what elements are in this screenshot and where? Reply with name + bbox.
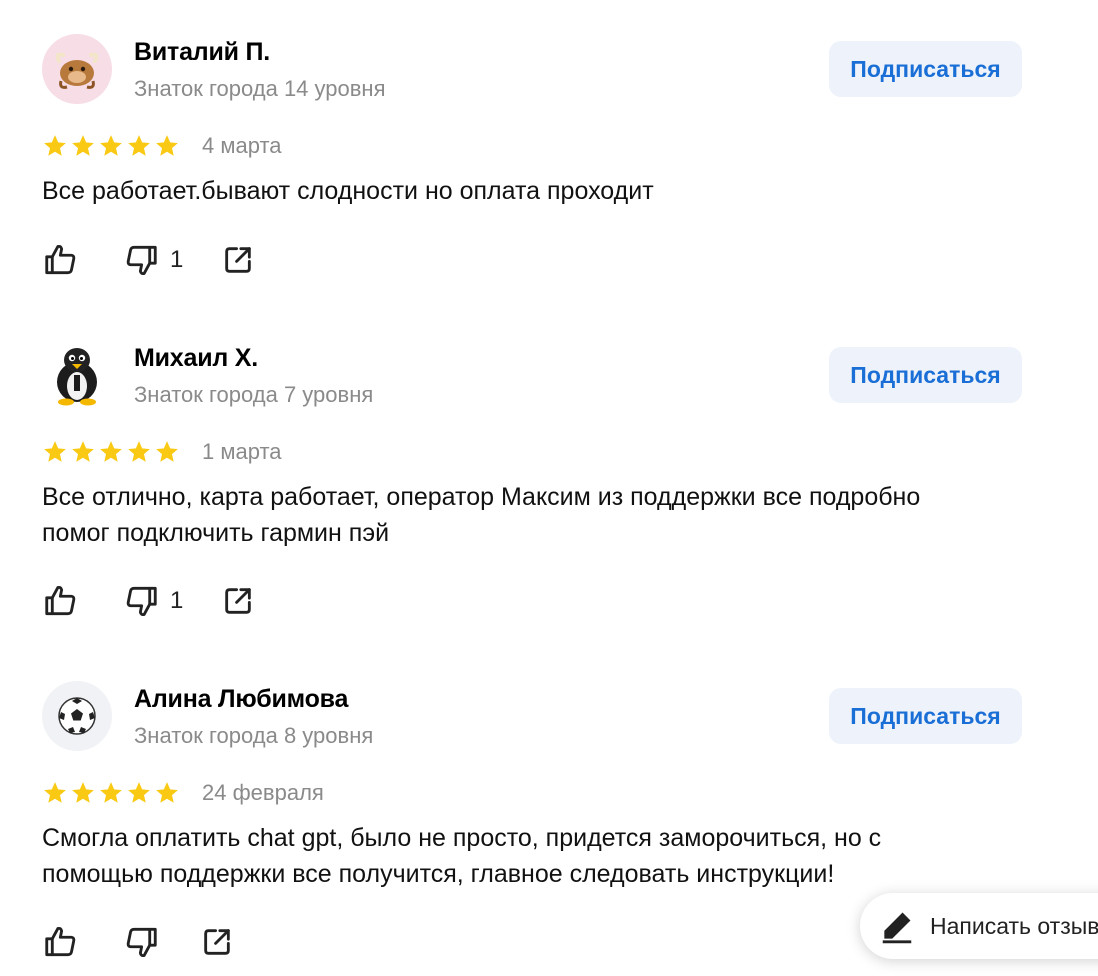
dislike-button[interactable]: 1 xyxy=(122,241,183,279)
rating-stars xyxy=(42,439,180,465)
star-icon xyxy=(156,441,178,462)
star-icon xyxy=(44,135,66,156)
rating-stars xyxy=(42,780,180,806)
review-actions: 1 xyxy=(42,238,255,282)
share-button[interactable] xyxy=(221,584,255,618)
author-name[interactable]: Виталий П. xyxy=(134,38,270,67)
thumbs-up-icon xyxy=(45,926,76,957)
share-button[interactable] xyxy=(221,243,255,277)
share-icon xyxy=(204,929,230,955)
thumbs-down-icon xyxy=(126,245,157,276)
soccer-ball-icon xyxy=(58,697,96,735)
star-icon xyxy=(100,441,122,462)
author-level: Знаток города 14 уровня xyxy=(134,76,386,101)
reviews-page: Виталий П. Знаток города 14 уровня Подпи… xyxy=(0,0,1098,976)
share-button[interactable] xyxy=(200,925,234,959)
author-level: Знаток города 8 уровня xyxy=(134,723,374,748)
star-icon xyxy=(128,135,150,156)
like-button[interactable] xyxy=(42,923,80,961)
thumbs-down-icon xyxy=(126,927,157,958)
star-icon xyxy=(72,441,94,462)
like-button[interactable] xyxy=(42,582,80,620)
thumbs-up-icon xyxy=(45,244,76,275)
review-text: Все отлично, карта работает, оператор Ма… xyxy=(42,483,921,547)
author-level: Знаток города 7 уровня xyxy=(134,382,374,407)
author-name[interactable]: Михаил Х. xyxy=(134,344,258,373)
penguin-icon xyxy=(57,348,97,406)
star-icon xyxy=(156,782,178,803)
share-icon xyxy=(225,247,252,273)
star-icon xyxy=(100,782,122,803)
subscribe-button[interactable]: Подписаться xyxy=(829,41,1022,97)
dislike-button[interactable] xyxy=(122,923,160,961)
dislike-count: 1 xyxy=(170,246,184,273)
review-actions xyxy=(42,920,234,964)
avatar[interactable] xyxy=(42,34,112,104)
subscribe-button[interactable]: Подписаться xyxy=(829,347,1022,403)
review-date: 4 марта xyxy=(202,133,282,158)
author-name[interactable]: Алина Любимова xyxy=(134,685,348,714)
review-date: 24 февраля xyxy=(202,780,324,805)
rating-row: 24 февраля xyxy=(42,777,324,809)
rating-row: 1 марта xyxy=(42,436,282,468)
thumbs-up-icon xyxy=(45,585,76,616)
review-text: Смогла оплатить chat gpt, было не просто… xyxy=(42,824,882,888)
yak-icon xyxy=(55,52,99,89)
like-button[interactable] xyxy=(42,241,80,279)
star-icon xyxy=(72,135,94,156)
rating-stars xyxy=(42,133,180,159)
star-icon xyxy=(128,441,150,462)
pencil-icon xyxy=(882,912,912,944)
review-date: 1 марта xyxy=(202,439,282,464)
dislike-count: 1 xyxy=(170,587,184,614)
star-icon xyxy=(72,782,94,803)
share-icon xyxy=(225,588,252,614)
star-icon xyxy=(128,782,150,803)
rating-row: 4 марта xyxy=(42,130,282,162)
star-icon xyxy=(44,441,66,462)
dislike-button[interactable]: 1 xyxy=(122,582,183,620)
star-icon xyxy=(100,135,122,156)
star-icon xyxy=(44,782,66,803)
avatar[interactable] xyxy=(42,340,112,410)
star-icon xyxy=(156,135,178,156)
review-text: Все работает.бывают слодности но оплата … xyxy=(42,177,654,205)
avatar[interactable] xyxy=(42,681,112,751)
write-review-button[interactable]: Написать отзыв xyxy=(860,893,1098,959)
write-review-label: Написать отзыв xyxy=(930,912,1098,939)
subscribe-button[interactable]: Подписаться xyxy=(829,688,1022,744)
review-actions: 1 xyxy=(42,579,255,623)
thumbs-down-icon xyxy=(126,586,157,617)
